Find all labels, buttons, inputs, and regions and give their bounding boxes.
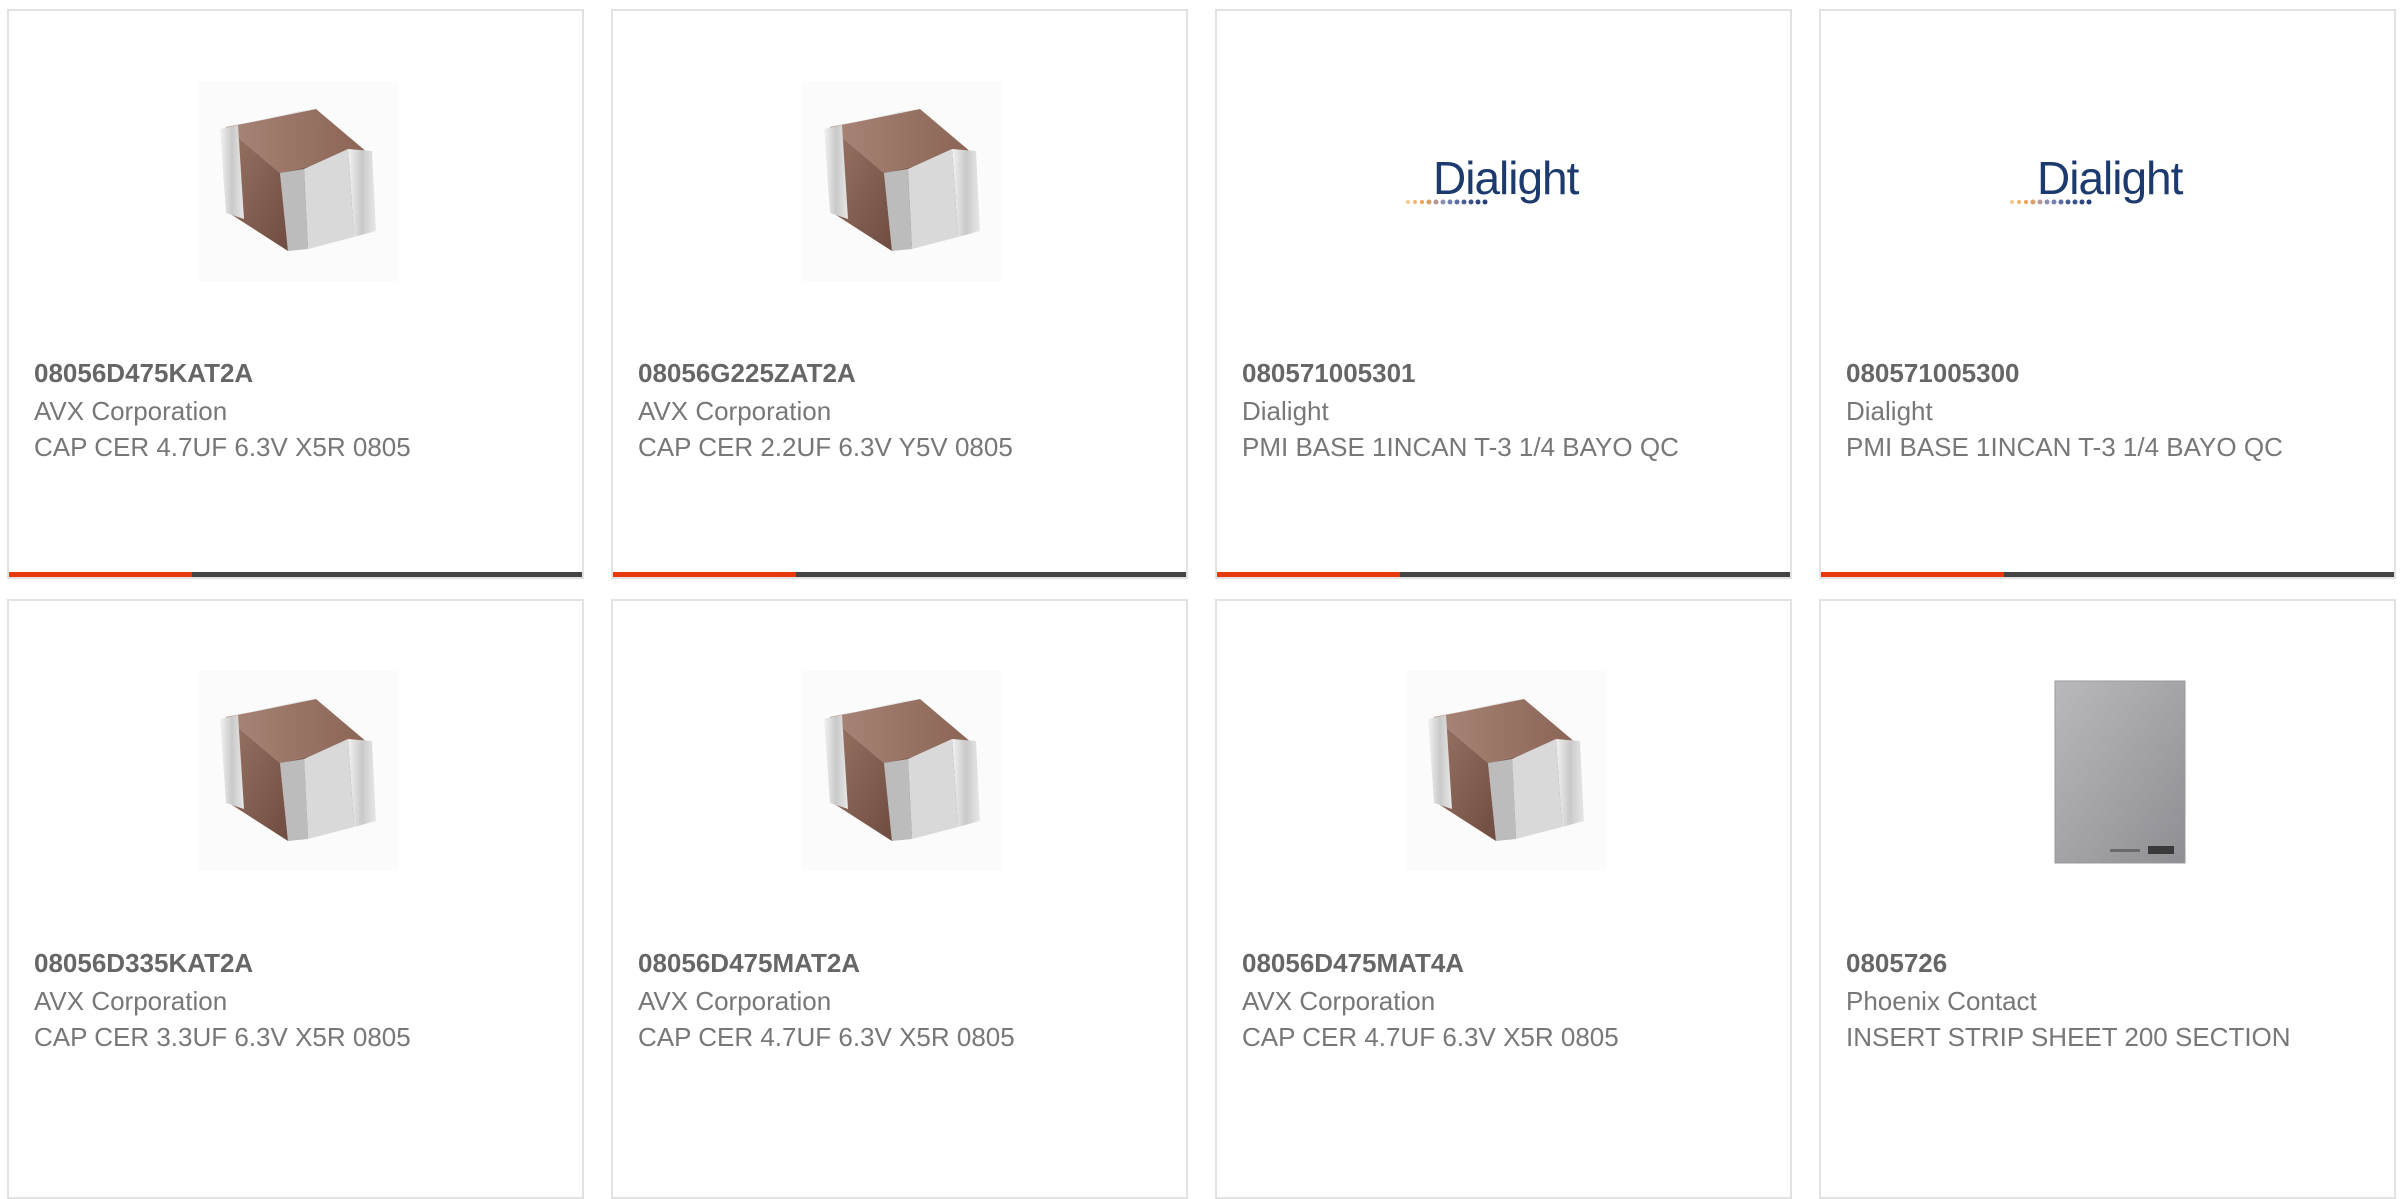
part-number: 08056D475KAT2A [34, 358, 254, 388]
card-bottom-bar [1821, 572, 2394, 577]
part-number: 080571005301 [1242, 358, 1416, 388]
dialight-logo-icon: Dialight [2010, 81, 2210, 281]
product-image-dialight-logo: Dialight [1406, 81, 1606, 281]
product-grid: 08056D475KAT2A AVX Corporation CAP CER 4… [0, 0, 2400, 1199]
ceramic-capacitor-icon [802, 81, 1002, 281]
card-accent-bar [613, 572, 796, 577]
description: CAP CER 4.7UF 6.3V X5R 0805 [1242, 1022, 1619, 1052]
product-card[interactable]: 08056G225ZAT2A AVX Corporation CAP CER 2… [611, 9, 1188, 579]
product-image-capacitor [1406, 671, 1606, 871]
part-number: 08056D335KAT2A [34, 948, 254, 978]
description: CAP CER 4.7UF 6.3V X5R 0805 [638, 1022, 1015, 1052]
product-image-capacitor [802, 81, 1002, 281]
dialight-logo-icon: Dialight [1406, 81, 1606, 281]
product-card[interactable]: Dialight 080571005301 Dialight PMI BASE … [1215, 9, 1792, 579]
manufacturer: AVX Corporation [638, 986, 832, 1016]
card-accent-bar [1821, 572, 2004, 577]
card-bottom-bar [613, 572, 1186, 577]
ceramic-capacitor-icon [802, 671, 1002, 871]
product-card[interactable]: 0805726 Phoenix Contact INSERT STRIP SHE… [1819, 599, 2396, 1199]
manufacturer: Dialight [1242, 396, 1329, 426]
ceramic-capacitor-icon [1406, 671, 1606, 871]
part-number: 08056D475MAT2A [638, 948, 861, 978]
manufacturer: Phoenix Contact [1846, 986, 2037, 1016]
card-bottom-bar [1217, 572, 1790, 577]
product-card[interactable]: 08056D475MAT4A AVX Corporation CAP CER 4… [1215, 599, 1792, 1199]
part-number: 08056G225ZAT2A [638, 358, 856, 388]
ceramic-capacitor-icon [198, 671, 398, 871]
product-image-insert-sheet [2010, 671, 2210, 871]
card-accent-bar [9, 572, 192, 577]
product-image-dialight-logo: Dialight [2010, 81, 2210, 281]
product-card[interactable]: 08056D475MAT2A AVX Corporation CAP CER 4… [611, 599, 1188, 1199]
card-bottom-bar [9, 572, 582, 577]
part-number: 080571005300 [1846, 358, 2020, 388]
manufacturer: AVX Corporation [34, 396, 228, 426]
ceramic-capacitor-icon [198, 81, 398, 281]
manufacturer: AVX Corporation [1242, 986, 1436, 1016]
insert-strip-sheet-icon [2010, 671, 2210, 871]
dialight-logo-text: Dialight [1433, 152, 1580, 204]
product-image-capacitor [198, 81, 398, 281]
part-number: 08056D475MAT4A [1242, 948, 1465, 978]
product-image-capacitor [802, 671, 1002, 871]
product-image-capacitor [198, 671, 398, 871]
description: PMI BASE 1INCAN T-3 1/4 BAYO QC [1846, 432, 2283, 462]
product-card[interactable]: 08056D475KAT2A AVX Corporation CAP CER 4… [7, 9, 584, 579]
manufacturer: Dialight [1846, 396, 1933, 426]
description: CAP CER 4.7UF 6.3V X5R 0805 [34, 432, 411, 462]
description: CAP CER 2.2UF 6.3V Y5V 0805 [638, 432, 1013, 462]
dialight-logo-text: Dialight [2037, 152, 2184, 204]
manufacturer: AVX Corporation [34, 986, 228, 1016]
manufacturer: AVX Corporation [638, 396, 832, 426]
description: PMI BASE 1INCAN T-3 1/4 BAYO QC [1242, 432, 1679, 462]
product-card[interactable]: Dialight 080571005300 Dialight PMI BASE … [1819, 9, 2396, 579]
description: INSERT STRIP SHEET 200 SECTION [1846, 1022, 2291, 1052]
description: CAP CER 3.3UF 6.3V X5R 0805 [34, 1022, 411, 1052]
product-card[interactable]: 08056D335KAT2A AVX Corporation CAP CER 3… [7, 599, 584, 1199]
part-number: 0805726 [1846, 948, 1948, 978]
card-accent-bar [1217, 572, 1400, 577]
